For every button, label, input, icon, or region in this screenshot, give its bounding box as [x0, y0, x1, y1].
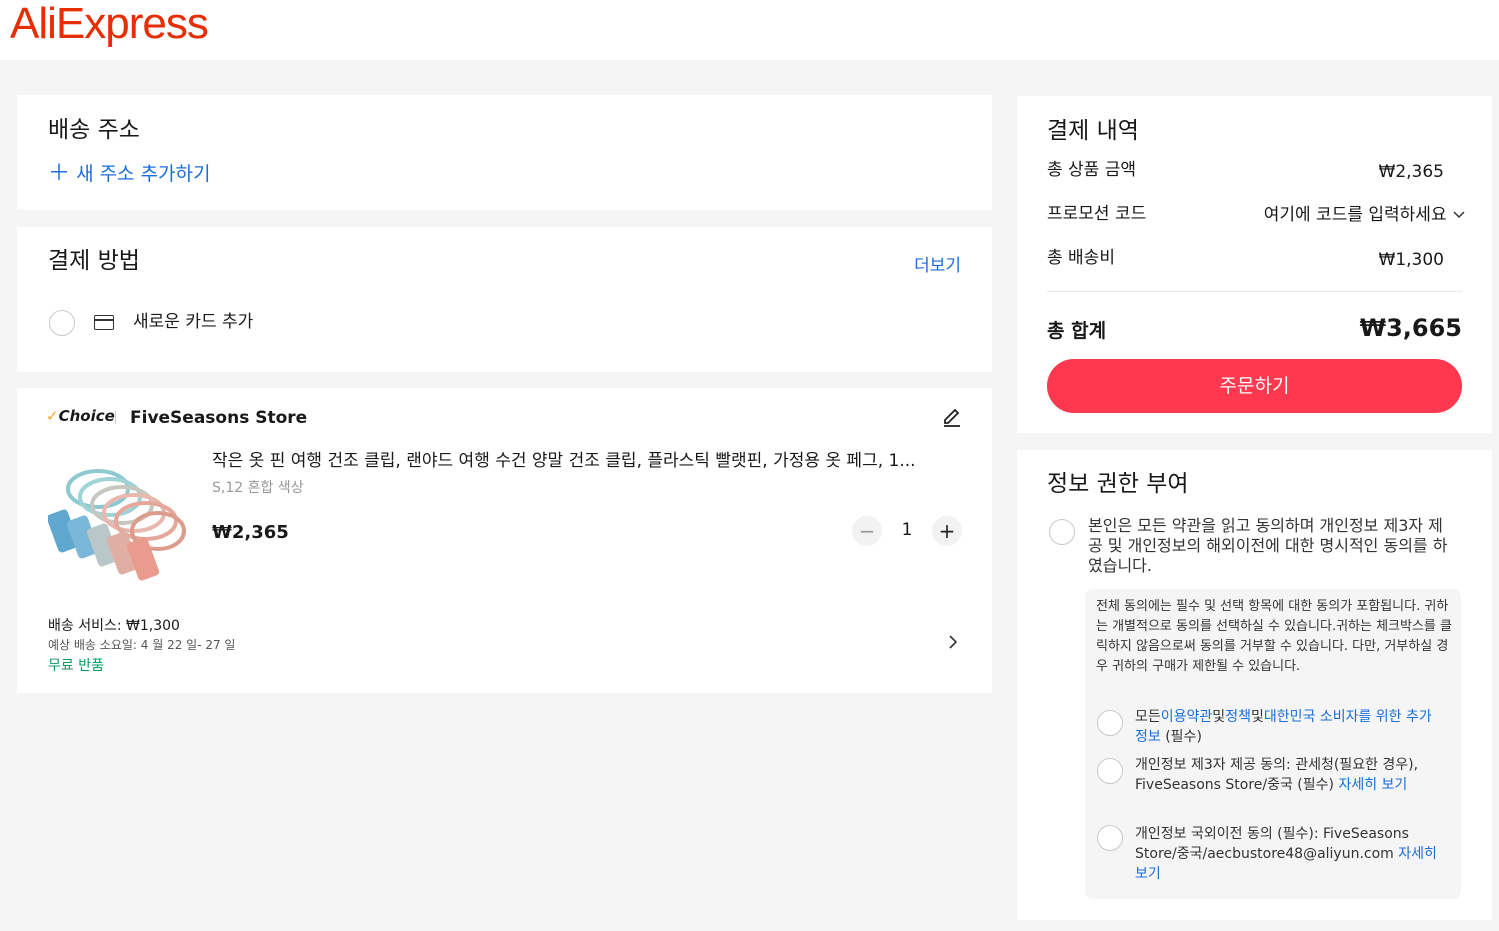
order-summary-card: 결제 내역 총 상품 금액 ₩2,365 프로모션 코드 여기에 코드를 입력하… [1017, 96, 1492, 433]
consent-title: 정보 권한 부여 [1047, 471, 1189, 497]
promo-label: 프로모션 코드 [1047, 204, 1147, 224]
plus-icon: ＋ [48, 161, 71, 186]
quantity-value[interactable]: 1 [893, 520, 921, 540]
divider [115, 411, 116, 424]
check-icon: ✓ [46, 407, 59, 425]
consent-overseas-text: 개인정보 국외이전 동의 (필수): FiveSeasons Store/중국/… [1135, 826, 1437, 882]
promo-placeholder: 여기에 코드를 입력하세요 [1263, 205, 1447, 225]
total-value: ₩3,665 [1359, 314, 1462, 342]
free-return: 무료 반품 [48, 658, 104, 674]
chevron-down-icon [1452, 204, 1468, 226]
payment-title: 결제 방법 [48, 248, 140, 274]
product-price: ₩2,365 [212, 522, 289, 543]
consent-all-radio[interactable] [1049, 519, 1075, 545]
consent-overseas-radio[interactable] [1097, 825, 1123, 851]
top-bar: AliExpress [0, 0, 1499, 60]
edit-icon[interactable] [941, 406, 963, 428]
terms-link[interactable]: 이용약관 [1161, 709, 1213, 725]
shipping-service: 배송 서비스: ₩1,300 [48, 618, 180, 634]
summary-divider [1047, 291, 1462, 292]
place-order-button[interactable]: 주문하기 [1047, 359, 1462, 413]
consent-terms-text: 모든이용약관및정책및대한민국 소비자를 위한 추가 정보 (필수) [1135, 709, 1432, 745]
consent-third-party-text: 개인정보 제3자 제공 동의: 관세청(필요한 경우), FiveSeasons… [1135, 757, 1419, 793]
total-label: 총 합계 [1047, 320, 1107, 342]
promo-code-dropdown[interactable]: 여기에 코드를 입력하세요 [1264, 204, 1468, 226]
add-card-label[interactable]: 새로운 카드 추가 [133, 310, 253, 334]
product-variant: S,12 혼합 색상 [212, 480, 304, 496]
add-address-label: 새 주소 추가하기 [76, 163, 211, 185]
summary-title: 결제 내역 [1047, 118, 1139, 144]
consent-card: 정보 권한 부여 본인은 모든 약관을 읽고 동의하며 개인정보 제3자 제공 … [1017, 450, 1492, 920]
aliexpress-logo[interactable]: AliExpress [10, 0, 209, 50]
card-icon [94, 315, 114, 330]
shipping-fee-value: ₩1,300 [1378, 250, 1444, 270]
consent-all-text[interactable]: 본인은 모든 약관을 읽고 동의하며 개인정보 제3자 제공 및 개인정보의 해… [1088, 516, 1453, 576]
subtotal-label: 총 상품 금액 [1047, 160, 1137, 180]
policy-link[interactable]: 정책 [1225, 709, 1251, 725]
shipping-address-card: 배송 주소 ＋ 새 주소 추가하기 [17, 95, 992, 210]
shipping-title: 배송 주소 [48, 117, 140, 143]
store-name[interactable]: FiveSeasons Store [130, 406, 307, 430]
consent-third-party-radio[interactable] [1097, 758, 1123, 784]
product-image[interactable] [46, 459, 188, 589]
consent-notice: 전체 동의에는 필수 및 선택 항목에 대한 동의가 포함됩니다. 귀하는 개별… [1096, 599, 1452, 674]
product-title[interactable]: 작은 옷 핀 여행 건조 클립, 랜야드 여행 수건 양말 건조 클립, 플라스… [212, 449, 964, 473]
payment-method-card: 결제 방법 더보기 새로운 카드 추가 [17, 227, 992, 372]
payment-more-link[interactable]: 더보기 [914, 251, 961, 276]
third-party-details-link[interactable]: 자세히 보기 [1338, 777, 1407, 793]
quantity-increase-button[interactable]: + [932, 516, 962, 546]
delivery-eta: 예상 배송 소요일: 4 월 22 일- 27 일 [48, 638, 236, 652]
consent-details-box: 전체 동의에는 필수 및 선택 항목에 대한 동의가 포함됩니다. 귀하는 개별… [1085, 589, 1461, 899]
chevron-right-icon[interactable] [943, 632, 963, 652]
add-card-radio[interactable] [49, 310, 75, 336]
subtotal-value: ₩2,365 [1378, 162, 1444, 182]
quantity-decrease-button[interactable]: − [852, 516, 882, 546]
consent-terms-radio[interactable] [1097, 710, 1123, 736]
shipping-fee-label: 총 배송비 [1047, 248, 1115, 268]
order-item-card: ✓Choice FiveSeasons Store 작은 옷 핀 여행 건조 클… [17, 388, 992, 693]
add-address-link[interactable]: ＋ 새 주소 추가하기 [48, 161, 211, 187]
choice-badge: ✓Choice [46, 407, 115, 425]
